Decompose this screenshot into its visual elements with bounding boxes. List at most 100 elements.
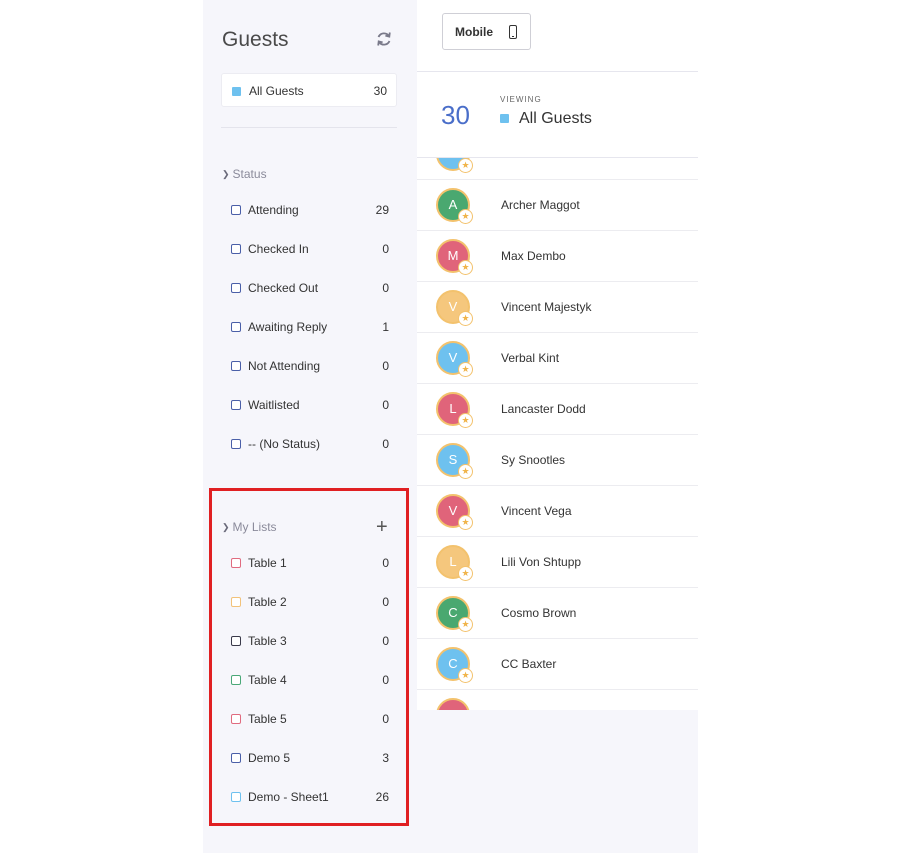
viewing-caption: VIEWING xyxy=(500,95,542,104)
guest-name: Vincent Vega xyxy=(501,504,572,518)
all-guests-label: All Guests xyxy=(249,84,304,98)
guest-row[interactable]: M ★ Max Dembo xyxy=(417,231,698,282)
list-label: Demo 5 xyxy=(248,751,291,765)
top-bar: Mobile xyxy=(417,0,698,72)
list-label: Table 1 xyxy=(248,556,287,570)
guest-name: Sy Snootles xyxy=(501,453,566,467)
guest-row-partial[interactable]: ★ xyxy=(417,158,698,180)
guest-name: Lancaster Dodd xyxy=(501,402,586,416)
checkbox[interactable] xyxy=(231,400,241,410)
list-item-table-1[interactable]: Table 1 0 xyxy=(231,554,391,574)
guest-name: Max Dembo xyxy=(501,249,566,263)
list-item-table-3[interactable]: Table 3 0 xyxy=(231,632,391,652)
star-icon: ★ xyxy=(458,413,473,428)
guest-row[interactable]: S ★ Sy Snootles xyxy=(417,435,698,486)
my-lists-heading: My Lists xyxy=(232,520,277,534)
star-icon: ★ xyxy=(458,260,473,275)
checkbox[interactable] xyxy=(231,714,241,724)
star-icon: ★ xyxy=(458,362,473,377)
status-count: 0 xyxy=(382,281,389,295)
status-filter-waitlisted[interactable]: Waitlisted 0 xyxy=(231,396,391,416)
guest-row[interactable]: C ★ CC Baxter xyxy=(417,639,698,690)
star-icon: ★ xyxy=(458,515,473,530)
guest-row[interactable]: V ★ Verbal Kint xyxy=(417,333,698,384)
list-item-table-4[interactable]: Table 4 0 xyxy=(231,671,391,691)
star-icon: ★ xyxy=(458,464,473,479)
add-list-button[interactable]: + xyxy=(376,517,388,537)
list-label: Demo - Sheet1 xyxy=(248,790,329,804)
status-count: 0 xyxy=(382,437,389,451)
checkbox[interactable] xyxy=(231,322,241,332)
mobile-view-button[interactable]: Mobile xyxy=(442,13,531,50)
status-section-toggle[interactable]: ❯ Status xyxy=(222,167,267,181)
list-count: 26 xyxy=(375,790,389,804)
status-heading: Status xyxy=(232,167,267,181)
status-filter-awaiting-reply[interactable]: Awaiting Reply 1 xyxy=(231,318,391,338)
checkbox[interactable] xyxy=(231,753,241,763)
guest-row[interactable]: L ★ Lancaster Dodd xyxy=(417,384,698,435)
empty-area xyxy=(417,710,698,853)
guest-row[interactable]: C ★ Cosmo Brown xyxy=(417,588,698,639)
status-filter-checked-out[interactable]: Checked Out 0 xyxy=(231,279,391,299)
checkbox[interactable] xyxy=(231,244,241,254)
status-count: 0 xyxy=(382,242,389,256)
status-filter-attending[interactable]: Attending 29 xyxy=(231,201,391,221)
checkbox[interactable] xyxy=(231,636,241,646)
checkbox[interactable] xyxy=(231,597,241,607)
status-label: Checked In xyxy=(248,242,309,256)
list-item-demo-sheet1[interactable]: Demo - Sheet1 26 xyxy=(231,788,391,808)
guest-row[interactable]: V ★ Vincent Vega xyxy=(417,486,698,537)
status-label: -- (No Status) xyxy=(248,437,321,451)
checkbox[interactable] xyxy=(231,792,241,802)
list-count: 0 xyxy=(382,556,389,570)
status-label: Attending xyxy=(248,203,299,217)
star-icon: ★ xyxy=(458,617,473,632)
status-filter-no-status[interactable]: -- (No Status) 0 xyxy=(231,435,391,455)
list-count: 0 xyxy=(382,595,389,609)
checkbox[interactable] xyxy=(231,205,241,215)
guest-row[interactable]: A ★ Archer Maggot xyxy=(417,180,698,231)
star-icon: ★ xyxy=(458,566,473,581)
status-filter-checked-in[interactable]: Checked In 0 xyxy=(231,240,391,260)
guest-name: Verbal Kint xyxy=(501,351,560,365)
viewing-header: 30 VIEWING All Guests xyxy=(417,72,698,158)
sidebar: Guests All Guests 30 ❯ Status Attending 2… xyxy=(203,0,417,853)
star-icon: ★ xyxy=(458,668,473,683)
guest-name: CC Baxter xyxy=(501,657,557,671)
status-count: 0 xyxy=(382,398,389,412)
checkbox[interactable] xyxy=(231,361,241,371)
divider xyxy=(221,127,397,128)
list-count: 0 xyxy=(382,673,389,687)
list-count: 0 xyxy=(382,634,389,648)
guest-count: 30 xyxy=(441,100,470,130)
list-item-table-5[interactable]: Table 5 0 xyxy=(231,710,391,730)
refresh-icon[interactable] xyxy=(375,30,393,48)
guest-name: Cosmo Brown xyxy=(501,606,577,620)
status-label: Checked Out xyxy=(248,281,319,295)
checkbox[interactable] xyxy=(231,283,241,293)
status-count: 29 xyxy=(375,203,389,217)
checkbox[interactable] xyxy=(231,675,241,685)
checkbox[interactable] xyxy=(231,439,241,449)
mobile-phone-icon xyxy=(509,25,517,39)
guest-name: Lili Von Shtupp xyxy=(501,555,582,569)
guest-list[interactable]: ★ A ★ Archer Maggot M ★ Max Dembo V ★ Vi… xyxy=(417,158,698,710)
viewing-color-swatch xyxy=(500,114,509,123)
list-count: 3 xyxy=(382,751,389,765)
status-count: 1 xyxy=(382,320,389,334)
list-item-demo-5[interactable]: Demo 5 3 xyxy=(231,749,391,769)
star-icon: ★ xyxy=(458,158,473,173)
all-guests-filter[interactable]: All Guests 30 xyxy=(221,73,397,107)
list-label: Table 3 xyxy=(248,634,287,648)
mobile-button-label: Mobile xyxy=(455,25,493,39)
guest-name: Vincent Majestyk xyxy=(501,300,592,314)
status-label: Not Attending xyxy=(248,359,321,373)
guest-row[interactable]: V ★ Vincent Majestyk xyxy=(417,282,698,333)
list-item-table-2[interactable]: Table 2 0 xyxy=(231,593,391,613)
list-label: Table 4 xyxy=(248,673,287,687)
guest-row[interactable]: L ★ Lili Von Shtupp xyxy=(417,537,698,588)
status-filter-not-attending[interactable]: Not Attending 0 xyxy=(231,357,391,377)
my-lists-section-toggle[interactable]: ❯ My Lists xyxy=(222,520,277,534)
guest-row-partial[interactable] xyxy=(417,690,698,710)
checkbox[interactable] xyxy=(231,558,241,568)
